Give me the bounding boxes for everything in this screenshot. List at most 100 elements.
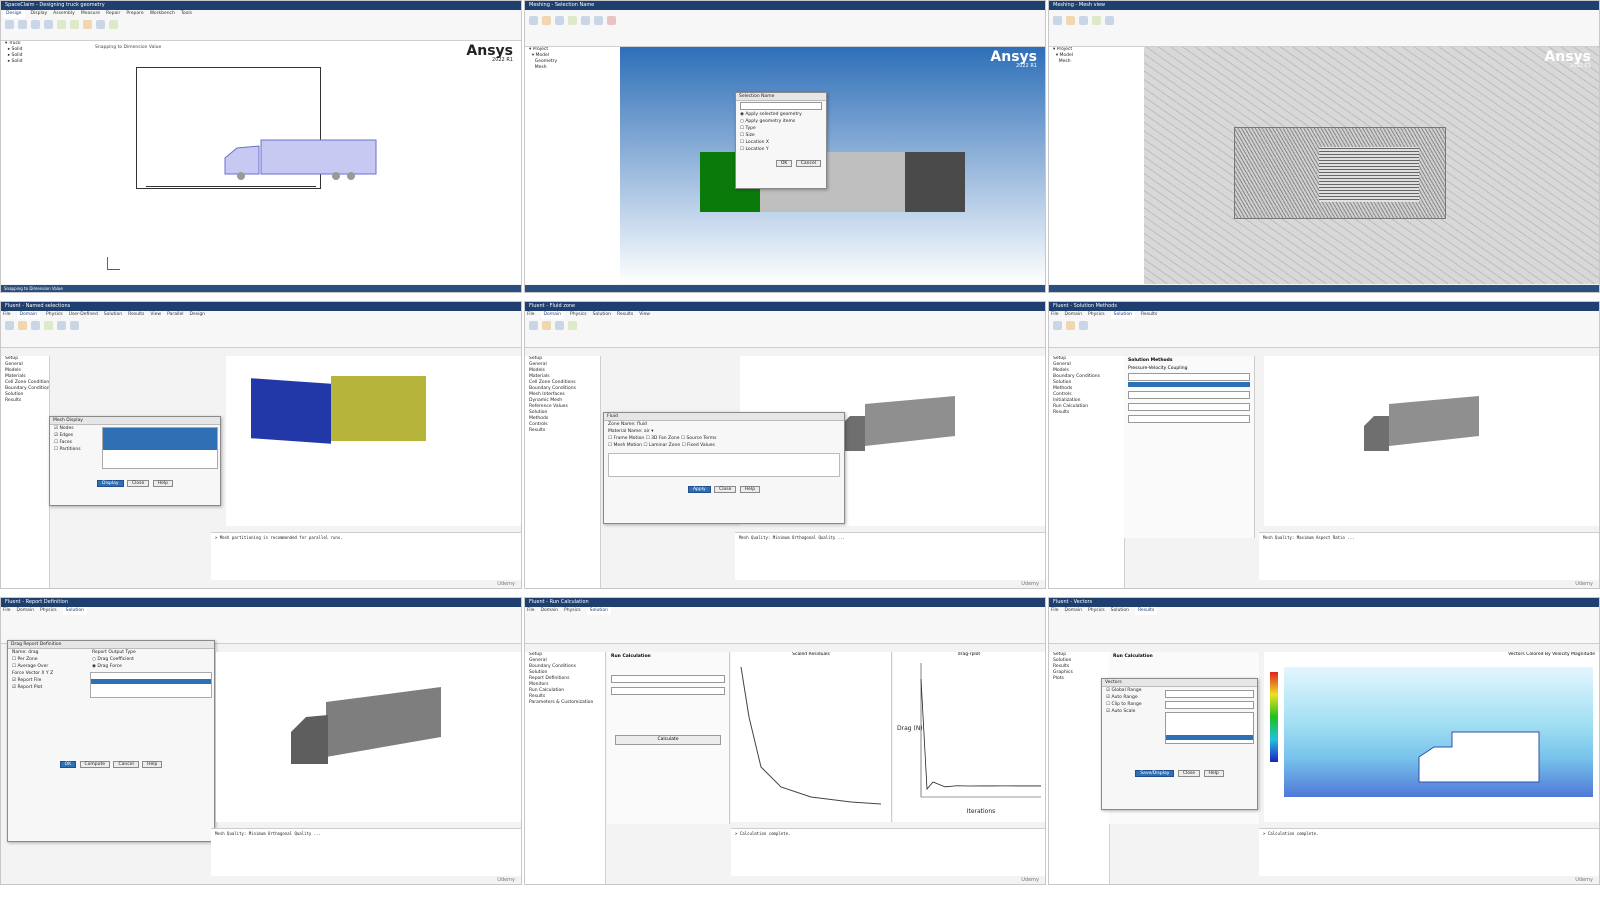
named-selection-icon[interactable]	[581, 16, 590, 25]
option-checkbox[interactable]: ☐ Average Over	[8, 663, 88, 670]
help-button[interactable]: Help	[1203, 770, 1224, 777]
tab-physics[interactable]: Physics	[46, 311, 63, 319]
tab-view[interactable]: View	[639, 311, 650, 319]
option-checkbox[interactable]: ☐ Location X	[736, 139, 826, 146]
check-icon[interactable]	[1066, 321, 1075, 330]
force-vector-fields[interactable]: Force Vector X Y Z	[8, 670, 88, 677]
vectors-of-select[interactable]	[1165, 690, 1254, 698]
split-tool-icon[interactable]	[96, 20, 105, 29]
tab-physics[interactable]: Physics	[564, 607, 581, 615]
design-viewport[interactable]: Snapping to Dimension Value Ansys 2022 R1	[91, 41, 521, 284]
tab-design[interactable]: Design	[189, 311, 205, 319]
named-selection-icon[interactable]	[1105, 16, 1114, 25]
help-button[interactable]: Help	[739, 486, 761, 493]
tab-tools[interactable]: Tools	[181, 10, 192, 18]
move-tool-icon[interactable]	[70, 20, 79, 29]
quality-icon[interactable]	[555, 321, 564, 330]
tree-item[interactable]: Results	[1, 398, 49, 404]
ok-button[interactable]: OK	[775, 160, 793, 167]
cancel-button[interactable]: Cancel	[795, 160, 821, 167]
tab-solution[interactable]: Solution	[1111, 607, 1129, 615]
console[interactable]: Mesh Quality: Maximum Aspect Ratio ...	[1259, 532, 1599, 580]
truck-model[interactable]	[835, 396, 965, 466]
tab-view[interactable]: View	[150, 311, 161, 319]
apply-button[interactable]: Apply	[687, 486, 711, 493]
name-input[interactable]	[740, 102, 822, 110]
option-checkbox[interactable]: ☐ Faces	[50, 439, 100, 446]
tab-domain[interactable]: Domain	[17, 607, 34, 615]
cancel-button[interactable]: Cancel	[113, 761, 139, 768]
tab-design[interactable]: Design	[3, 10, 25, 18]
quality-icon[interactable]	[31, 321, 40, 330]
truck-model[interactable]	[1359, 396, 1489, 466]
interfaces-icon[interactable]	[70, 321, 79, 330]
tab-results[interactable]: Results	[1141, 311, 1157, 319]
check-icon[interactable]	[109, 20, 118, 29]
reporting-interval-field[interactable]	[611, 687, 725, 695]
ok-button[interactable]: OK	[59, 761, 77, 768]
vectors-viewport[interactable]: Vectors Colored By Velocity Magnitude	[1264, 652, 1599, 822]
option-checkbox[interactable]: ☐ Size	[736, 132, 826, 139]
check-icon[interactable]	[18, 321, 27, 330]
tab-file[interactable]: File	[527, 311, 535, 319]
mesh-tool-icon[interactable]	[1053, 16, 1062, 25]
option-checkbox[interactable]: ☑ Report Plot	[8, 684, 88, 691]
option-radio[interactable]: ○ Apply geometry items	[736, 118, 826, 125]
tree-item[interactable]: Mesh	[525, 65, 620, 71]
transform-icon[interactable]	[568, 321, 577, 330]
display-button[interactable]: Display	[97, 480, 124, 487]
tab-prepare[interactable]: Prepare	[126, 10, 143, 18]
display-icon[interactable]	[529, 321, 538, 330]
console[interactable]: > Calculation complete.	[1259, 828, 1599, 876]
gradient-dropdown[interactable]	[1128, 391, 1250, 399]
tab-file[interactable]: File	[3, 607, 11, 615]
tab-workbench[interactable]: Workbench	[150, 10, 175, 18]
tab-domain[interactable]: Domain	[541, 607, 558, 615]
list-item-selected[interactable]	[91, 679, 211, 684]
tab-user-defined[interactable]: User-Defined	[69, 311, 98, 319]
option-checkbox[interactable]: ☐ Location Y	[736, 146, 826, 153]
tab-file[interactable]: File	[527, 607, 535, 615]
option-checkbox[interactable]: ☑ Auto Scale	[1102, 708, 1162, 715]
tab-physics[interactable]: Physics	[1088, 607, 1105, 615]
tab-results[interactable]: Results	[617, 311, 633, 319]
close-button[interactable]: Close	[1177, 770, 1201, 777]
calculate-button[interactable]: Calculate	[615, 735, 721, 745]
tab-results[interactable]: Results	[128, 311, 144, 319]
tab-solution[interactable]: Solution	[593, 311, 611, 319]
console[interactable]: Mesh Quality: Minimum Orthogonal Quality…	[211, 828, 521, 876]
tab-file[interactable]: File	[1051, 311, 1059, 319]
outlet-face[interactable]	[905, 152, 965, 212]
zones-list[interactable]	[90, 672, 212, 698]
tab-file[interactable]: File	[1051, 607, 1059, 615]
console[interactable]: Mesh Quality: Minimum Orthogonal Quality…	[735, 532, 1045, 580]
tab-file[interactable]: File	[3, 311, 11, 319]
pressure-dropdown[interactable]	[1128, 403, 1250, 411]
zones-icon[interactable]	[57, 321, 66, 330]
circle-tool-icon[interactable]	[44, 20, 53, 29]
method-icon[interactable]	[568, 16, 577, 25]
check-mesh-icon[interactable]	[607, 16, 616, 25]
tab-measure[interactable]: Measure	[81, 10, 100, 18]
scheme-option-selected[interactable]	[1128, 382, 1250, 387]
domain-yellow-face[interactable]	[331, 376, 426, 441]
residuals-plot[interactable]: Scaled Residuals	[731, 652, 892, 822]
close-button[interactable]: Close	[127, 480, 150, 487]
option-checkbox[interactable]: ☑ Auto Range	[1102, 694, 1162, 701]
option-checkbox[interactable]: ☑ Global Range	[1102, 687, 1162, 694]
line-tool-icon[interactable]	[18, 20, 27, 29]
option-checkbox[interactable]: ☑ Report File	[8, 677, 88, 684]
update-icon[interactable]	[1066, 16, 1075, 25]
option-checkbox[interactable]: ☐ Mesh Motion ☐ Laminar Zone ☐ Fixed Val…	[604, 442, 844, 449]
tree-item[interactable]: Results	[525, 428, 600, 434]
option-checkbox[interactable]: ☑ Edges	[50, 432, 100, 439]
color-by-select[interactable]	[1165, 701, 1254, 709]
tree-item[interactable]: Parameters & Customization	[525, 700, 605, 706]
option-checkbox[interactable]: ☐ Per Zone	[8, 656, 88, 663]
name-field[interactable]: Name: drag	[8, 649, 88, 656]
option-radio[interactable]: ◉ Drag Force	[88, 663, 214, 670]
tree-item[interactable]: ▸ Solid	[1, 59, 91, 65]
truck-sketch[interactable]	[221, 136, 381, 186]
domain-blue-face[interactable]	[251, 378, 331, 444]
sketch-tool-icon[interactable]	[5, 20, 14, 29]
